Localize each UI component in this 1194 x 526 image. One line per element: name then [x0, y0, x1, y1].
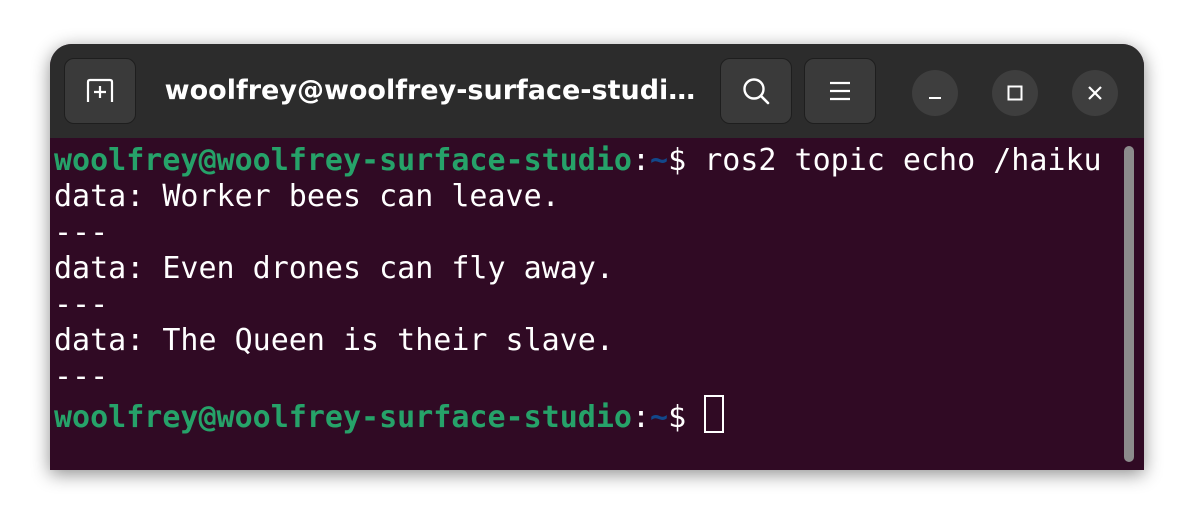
- minimize-icon: [929, 97, 941, 99]
- terminal-window: woolfrey@woolfrey-surface-studi… woolfre…: [50, 44, 1144, 470]
- prompt-symbol: $: [668, 400, 705, 435]
- hamburger-menu-icon: [830, 81, 850, 101]
- output-line: data: The Queen is their slave.: [54, 323, 614, 358]
- prompt-path: ~: [650, 143, 669, 178]
- close-icon: [1088, 86, 1102, 100]
- new-tab-button[interactable]: [64, 58, 136, 124]
- output-line: data: Worker bees can leave.: [54, 179, 560, 214]
- menu-button[interactable]: [804, 58, 876, 124]
- maximize-icon: [1007, 85, 1023, 101]
- search-icon: [743, 78, 770, 105]
- output-line: data: Even drones can fly away.: [54, 251, 614, 286]
- prompt-user-host: woolfrey@woolfrey-surface-studio: [54, 143, 632, 178]
- window-title: woolfrey@woolfrey-surface-studi…: [164, 75, 696, 106]
- prompt-colon: :: [631, 400, 651, 435]
- close-button[interactable]: [1072, 70, 1118, 116]
- search-button[interactable]: [720, 58, 792, 124]
- prompt-path: ~: [650, 400, 669, 435]
- output-line: ---: [54, 359, 109, 394]
- prompt-user-host: woolfrey@woolfrey-surface-studio: [54, 400, 632, 435]
- prompt-symbol: $: [668, 143, 705, 178]
- scrollbar[interactable]: [1124, 146, 1134, 462]
- output-line: ---: [54, 287, 109, 322]
- maximize-button[interactable]: [992, 70, 1038, 116]
- active-prompt-line[interactable]: woolfrey@woolfrey-surface-studio:~$: [54, 395, 725, 435]
- new-tab-icon: [86, 78, 114, 102]
- minimize-button[interactable]: [912, 70, 958, 116]
- command-text: ros2 topic echo /haiku: [704, 143, 1102, 178]
- command-line: woolfrey@woolfrey-surface-studio:~$ ros2…: [54, 143, 1102, 179]
- text-cursor: [704, 395, 725, 433]
- terminal-output-area[interactable]: woolfrey@woolfrey-surface-studio:~$ ros2…: [50, 138, 1144, 470]
- title-bar[interactable]: woolfrey@woolfrey-surface-studi…: [50, 44, 1144, 138]
- prompt-colon: :: [631, 143, 651, 178]
- output-line: ---: [54, 215, 109, 250]
